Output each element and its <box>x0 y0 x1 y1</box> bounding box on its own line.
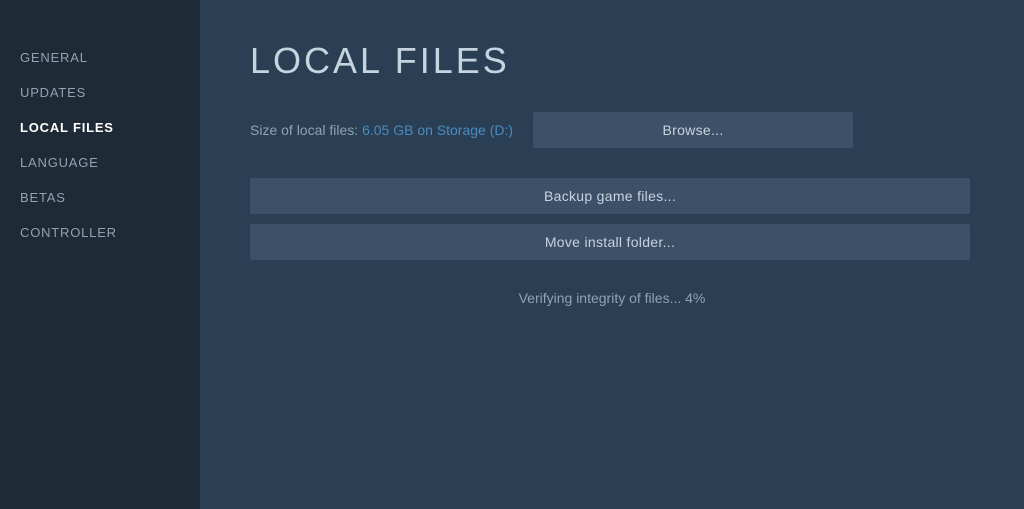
sidebar-item-general[interactable]: GENERAL <box>0 40 200 75</box>
file-size-link: 6.05 GB on Storage (D:) <box>362 122 513 138</box>
file-info-row: Size of local files: 6.05 GB on Storage … <box>250 112 974 148</box>
action-buttons: Backup game files... Move install folder… <box>250 178 970 270</box>
sidebar: GENERAL UPDATES LOCAL FILES LANGUAGE BET… <box>0 0 200 509</box>
backup-button[interactable]: Backup game files... <box>250 178 970 214</box>
verify-status-text: Verifying integrity of files... 4% <box>250 290 974 306</box>
page-title: LOCAL FILES <box>250 40 974 82</box>
sidebar-item-controller[interactable]: CONTROLLER <box>0 215 200 250</box>
sidebar-item-updates[interactable]: UPDATES <box>0 75 200 110</box>
file-size-text: Size of local files: 6.05 GB on Storage … <box>250 122 513 138</box>
sidebar-item-language[interactable]: LANGUAGE <box>0 145 200 180</box>
sidebar-item-betas[interactable]: BETAS <box>0 180 200 215</box>
sidebar-item-local-files[interactable]: LOCAL FILES <box>0 110 200 145</box>
browse-button[interactable]: Browse... <box>533 112 853 148</box>
move-install-button[interactable]: Move install folder... <box>250 224 970 260</box>
main-content: LOCAL FILES Size of local files: 6.05 GB… <box>200 0 1024 509</box>
